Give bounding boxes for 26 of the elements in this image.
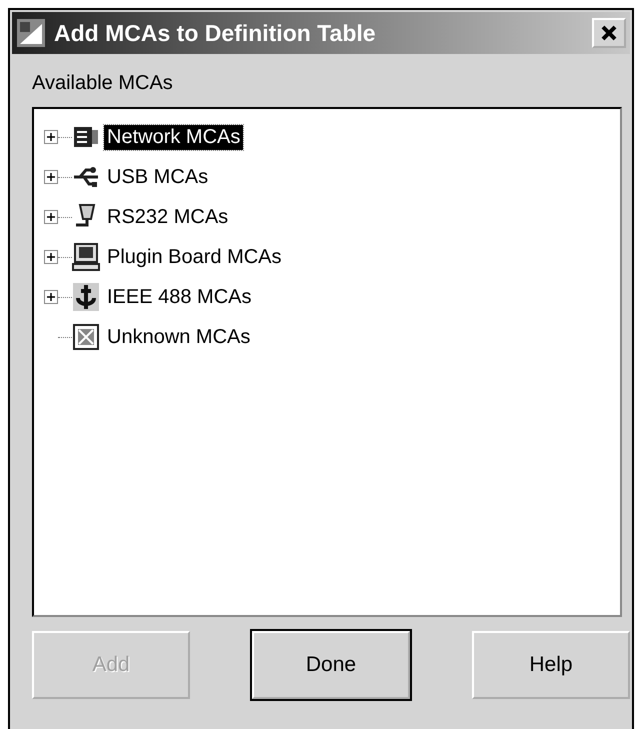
- tree-item[interactable]: Unknown MCAs: [104, 324, 254, 350]
- plus-icon: [47, 173, 55, 181]
- expand-toggle[interactable]: [44, 250, 58, 264]
- computer-icon: [72, 242, 100, 272]
- plus-icon: [47, 253, 55, 261]
- tree-item[interactable]: Plugin Board MCAs: [104, 244, 285, 270]
- expand-toggle[interactable]: [44, 170, 58, 184]
- tree-item[interactable]: USB MCAs: [104, 164, 212, 190]
- plus-icon: [47, 133, 55, 141]
- expand-toggle[interactable]: [44, 210, 58, 224]
- anchor-icon: [72, 282, 100, 312]
- help-button[interactable]: Help: [472, 631, 630, 699]
- expand-toggle[interactable]: [44, 130, 58, 144]
- tree-item[interactable]: RS232 MCAs: [104, 204, 232, 230]
- plus-icon: [47, 213, 55, 221]
- close-icon: [600, 24, 618, 42]
- close-button[interactable]: [592, 18, 626, 48]
- done-button[interactable]: Done: [252, 631, 410, 699]
- tree-item[interactable]: Network MCAs: [104, 124, 244, 150]
- expand-toggle[interactable]: [44, 290, 58, 304]
- window-title: Add MCAs to Definition Table: [54, 20, 377, 46]
- unknown-device-icon: [72, 322, 100, 352]
- app-icon: [16, 18, 46, 48]
- list-label: Available MCAs: [32, 72, 174, 95]
- plus-icon: [47, 293, 55, 301]
- tree-item[interactable]: IEEE 488 MCAs: [104, 284, 255, 310]
